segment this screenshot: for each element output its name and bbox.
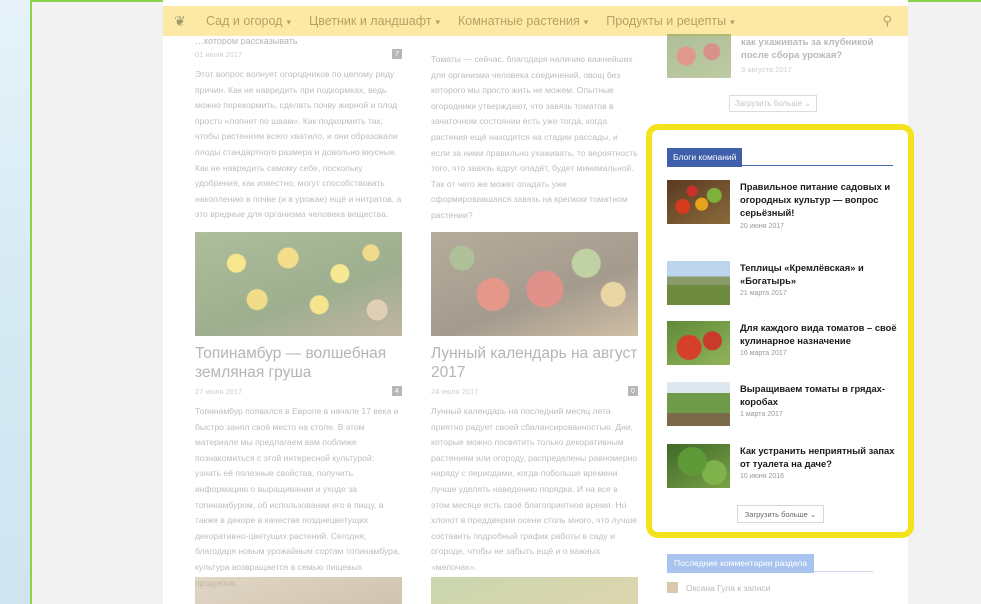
nav-item-flowers[interactable]: Цветник и ландшафт ▾ [300, 14, 449, 28]
nav-item-houseplants[interactable]: Комнатные растения ▾ [449, 14, 597, 28]
chevron-down-icon: ▾ [730, 17, 735, 27]
blog-post-title[interactable]: Теплицы «Кремлёвская» и «Богатырь» [740, 261, 907, 287]
article-title[interactable]: …котором рассказывать [195, 36, 402, 45]
blog-post-item[interactable]: Для каждого вида томатов – своё кулинарн… [667, 321, 907, 365]
load-more-button[interactable]: Загрузить больше ⌄ [729, 95, 817, 112]
search-icon[interactable]: ⚲ [882, 13, 892, 29]
comment-count-badge[interactable]: 4 [392, 386, 402, 396]
article-excerpt: Томаты — сейчас, благодаря наличию важне… [431, 54, 638, 220]
nav-label: Комнатные растения [457, 14, 580, 28]
article-meta: 01 июня 2017 7 [195, 49, 402, 59]
blog-post-date: 21 марта 2017 [740, 290, 787, 298]
article-card: Топинамбур — волшебная земляная груша 27… [195, 344, 402, 591]
article-meta: 27 июля 2017 4 [195, 386, 402, 396]
recent-comments-header: Последние комментарии раздела [667, 553, 873, 573]
blog-post-item[interactable]: Правильное питание садовых и огородных к… [667, 180, 907, 230]
widget-header: Блоги компаний [667, 147, 893, 167]
nav-item-recipes[interactable]: Продукты и рецепты ▾ [597, 14, 743, 28]
article-title[interactable]: Лунный календарь на август 2017 [431, 344, 638, 382]
comment-item[interactable]: Оксана Гула к записи [667, 582, 770, 593]
article-image[interactable] [195, 577, 402, 604]
blog-post-thumbnail[interactable] [667, 321, 730, 365]
blog-post-date: 1 марта 2017 [740, 411, 783, 419]
blog-post-title[interactable]: Правильное питание садовых и огородных к… [740, 180, 907, 220]
article-excerpt: Лунный календарь на последний месяц лета… [431, 406, 638, 572]
blog-post-thumbnail[interactable] [667, 382, 730, 426]
blog-post-item[interactable]: Выращиваем томаты в грядах-коробах 1 мар… [667, 382, 907, 426]
article-excerpt: Топинамбур появился в Европе в начале 17… [195, 406, 401, 588]
blog-post-item[interactable]: Теплицы «Кремлёвская» и «Богатырь» 21 ма… [667, 261, 907, 305]
chevron-down-icon: ▾ [286, 17, 291, 27]
article-image[interactable] [431, 577, 638, 604]
article-card: …котором рассказывать 01 июня 2017 7 Это… [195, 36, 402, 223]
blog-post-item[interactable]: Как устранить неприятный запах от туалет… [667, 444, 907, 488]
nav-item-garden[interactable]: Сад и огород ▾ [197, 14, 300, 28]
blog-post-date: 10 июня 2016 [740, 473, 785, 481]
article-image[interactable] [195, 232, 402, 336]
blog-post-date: 20 июня 2017 [740, 222, 785, 230]
article-card: Лунный календарь на август 2017 24 июля … [431, 344, 638, 576]
avatar [667, 582, 678, 593]
article-meta: 24 июля 2017 0 [431, 386, 638, 396]
article-date: 27 июля 2017 [195, 386, 243, 396]
blog-post-title[interactable]: Выращиваем томаты в грядах-коробах [740, 382, 907, 408]
nav-label: Продукты и рецепты [606, 14, 727, 28]
chevron-down-icon: ⌄ [804, 99, 812, 108]
tab-company-blogs[interactable]: Блоги компаний [667, 148, 743, 167]
blog-post-date: 16 марта 2017 [740, 350, 787, 358]
article-date: 24 июля 2017 [431, 386, 479, 396]
blog-post-thumbnail[interactable] [667, 261, 730, 305]
chevron-down-icon: ⌄ [809, 509, 817, 519]
company-blogs-widget: Блоги компаний Правильное питание садовы… [646, 124, 914, 538]
comment-count-badge[interactable]: 7 [392, 49, 402, 59]
comment-count-badge[interactable]: 0 [628, 386, 638, 396]
chevron-down-icon: ▾ [435, 17, 440, 27]
load-more-label: Загрузить больше [734, 99, 803, 108]
sidebar-post-thumbnail[interactable] [667, 34, 731, 78]
article-date: 01 июня 2017 [195, 49, 243, 59]
article-title[interactable]: Топинамбур — волшебная земляная груша [195, 344, 402, 382]
nav-label: Сад и огород [206, 14, 283, 28]
blog-post-thumbnail[interactable] [667, 180, 730, 224]
article-card: Томаты — сейчас, благодаря наличию важне… [431, 52, 638, 224]
comment-author-text: Оксана Гула к записи [686, 582, 771, 593]
load-more-label: Загрузить больше [744, 509, 808, 519]
article-image[interactable] [431, 232, 638, 336]
sidebar-post-title[interactable]: как ухаживать за клубникой после сбора у… [741, 36, 881, 62]
blog-post-title[interactable]: Как устранить неприятный запах от туалет… [740, 444, 907, 470]
article-excerpt: Этот вопрос волнует огородников по целом… [195, 69, 402, 220]
load-more-button[interactable]: Загрузить больше ⌄ [737, 505, 824, 523]
blog-post-thumbnail[interactable] [667, 444, 730, 488]
tab-recent-comments[interactable]: Последние комментарии раздела [667, 554, 814, 573]
sidebar-post-date: 3 августа 2017 [741, 65, 792, 74]
chevron-down-icon: ▾ [583, 17, 589, 27]
top-navbar: ❦ Сад и огород ▾ Цветник и ландшафт ▾ Комн… [163, 6, 908, 36]
site-logo-icon[interactable]: ❦ [163, 13, 197, 30]
blog-post-title[interactable]: Для каждого вида томатов – своё кулинарн… [740, 321, 907, 347]
nav-label: Цветник и ландшафт [308, 14, 432, 28]
